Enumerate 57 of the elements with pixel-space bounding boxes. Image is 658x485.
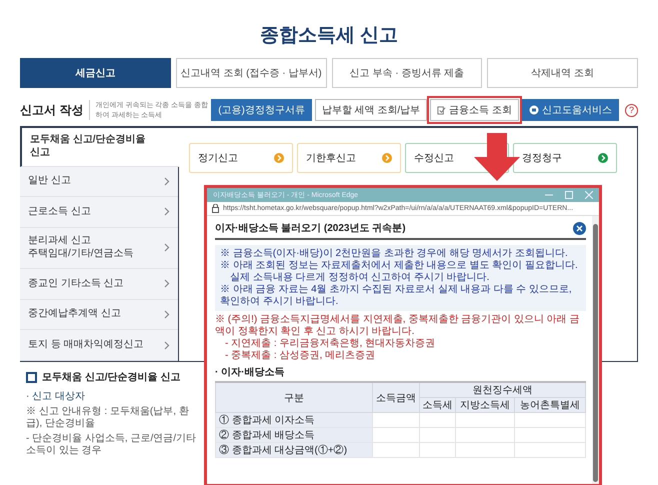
lock-icon: [212, 204, 219, 213]
help-button[interactable]: ?: [625, 104, 638, 116]
square-icon: [26, 372, 37, 382]
guide-title: 모두채움 신고/단순경비율 신고: [42, 371, 180, 384]
chevron-icon: [164, 176, 170, 186]
notice-text: 실제 소득내용 다르게 정정하여 신고하여 주시기 바랍니다.: [229, 272, 490, 284]
column-header: 구분: [216, 382, 372, 412]
checkbox-icon: [437, 106, 446, 114]
row-header: ③ 종합과세 대상금액(①+②): [216, 442, 372, 458]
warning-text: - 중복제출 : 삼성증권, 메리츠증권: [224, 350, 376, 362]
page-title: 종합소득세 신고: [258, 24, 400, 48]
row-header: ② 종합과세 배당소득: [216, 428, 372, 442]
sidebar-item[interactable]: 일반 신고: [20, 166, 178, 198]
down-arrow-icon: [474, 133, 520, 181]
table-title: · 이자·배당소득: [215, 366, 286, 379]
notice-text: ※ 아래 금융 자료는 4월 초까지 수집된 자료로서 실제 내용과 다를 수 있으므로, 확인하여 주시기 바랍니다.: [220, 284, 573, 308]
guide-subtitle: · 신고 대상자: [26, 390, 85, 403]
popup-heading: 이자·배당소득 불러오기 (2023년도 귀속분): [215, 222, 406, 235]
tab[interactable]: 삭제내역 조회: [487, 58, 638, 88]
scrollbar[interactable]: [592, 216, 599, 484]
toolbar-button[interactable]: 신고도움서비스: [522, 99, 619, 121]
chevron-icon: [164, 310, 170, 320]
close-icon[interactable]: [573, 222, 586, 234]
service-icon: [529, 105, 539, 115]
chevron-icon: [164, 207, 170, 216]
column-header: 농어촌특별세: [514, 398, 586, 412]
column-header: 소득금액: [372, 382, 420, 412]
filing-card[interactable]: 경정청구: [513, 143, 617, 173]
sidebar-item[interactable]: 토지 등 매매차익예정신고: [20, 330, 178, 362]
warning-text: - 지연제출 : 우리금융저축은행, 현대자동차증권: [224, 338, 436, 350]
sidebar-item[interactable]: 모두채움 신고/단순경비율 신고: [20, 128, 179, 166]
guide-text: - 단순경비율 사업소득, 근로/연금/기타소득이 있는 경우: [26, 433, 197, 457]
section-title: 신고서 작성: [20, 102, 84, 118]
sidebar-item[interactable]: 종교인 기타소득 신고: [20, 269, 178, 300]
toolbar-button[interactable]: 납부할 세액 조회/납부: [314, 99, 428, 121]
tab[interactable]: 세금신고: [20, 58, 171, 88]
warning-text: ※ (주의!) 금융소득지급명세서를 지연제출, 중복제출한 금융기관이 있으니 아래 금액이 정확한지 확인 후 신고 하시기 바랍니다.: [215, 314, 580, 338]
guide-text: ※ 신고 안내유형 : 모두채움(납부, 환급), 단순경비율: [26, 406, 190, 430]
tab[interactable]: 신고 부속 · 증빙서류 제출: [332, 58, 482, 88]
sidebar-item[interactable]: 근로소득 신고: [20, 197, 178, 228]
column-header: 지방소득세: [456, 398, 515, 412]
toolbar-button[interactable]: (고용)경정청구서류: [211, 99, 312, 121]
tab[interactable]: 신고내역 조회 (접수증 · 납부서): [176, 58, 326, 88]
column-header: 원천징수세액: [420, 382, 586, 398]
sidebar-item[interactable]: 중간예납추계액 신고: [20, 300, 178, 330]
filing-card[interactable]: 정기신고: [189, 143, 293, 173]
chevron-icon: [164, 279, 170, 288]
toolbar-button[interactable]: 금융소득 조회: [430, 99, 519, 121]
notice-text: ※ 금융소득(이자·배당)이 2천만원을 초과한 경우에 해당 명세서가 조회됩니다.: [220, 248, 569, 260]
notice-text: ※ 아래 조회된 정보는 자료제출처에서 제출한 내용으로 별도 확인이 필요합니다.: [220, 260, 579, 272]
column-header: 소득세: [420, 398, 456, 412]
filing-card[interactable]: 기한후신고: [297, 143, 401, 173]
chevron-icon: [164, 340, 170, 350]
sidebar-item[interactable]: 분리과세 신고 주택임대/기타/연금소득: [20, 228, 178, 270]
maximize-icon[interactable]: [565, 191, 573, 199]
row-header: ① 종합과세 이자소득: [216, 412, 372, 428]
chevron-icon: [164, 243, 170, 252]
